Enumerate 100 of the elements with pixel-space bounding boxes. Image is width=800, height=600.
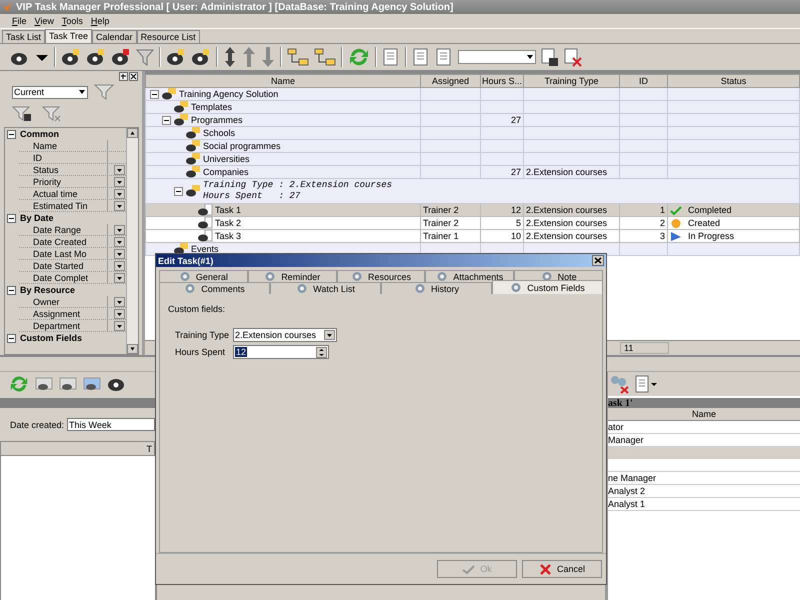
dropdown-button[interactable]	[114, 320, 125, 330]
scroll-down-button[interactable]	[127, 344, 138, 354]
column-header[interactable]: T	[146, 444, 152, 454]
dropdown-button[interactable]	[114, 296, 125, 306]
filter-label: Owner	[19, 296, 108, 307]
hours-spin-field[interactable]: 12	[233, 345, 329, 359]
eye-icon[interactable]	[61, 47, 81, 67]
dropdown-button[interactable]	[114, 200, 125, 210]
resource-name[interactable]: ator	[608, 422, 624, 432]
close-icon[interactable]	[592, 255, 604, 266]
filter-label: Estimated Tin	[19, 200, 108, 211]
close-icon[interactable]	[129, 72, 138, 80]
dropdown-button[interactable]	[114, 272, 125, 282]
dialog-tab[interactable]: Custom Fields	[492, 280, 603, 294]
node-name[interactable]: Task 2	[215, 218, 242, 228]
dropdown-button[interactable]	[114, 236, 125, 246]
document-icon[interactable]	[435, 47, 453, 67]
node-name[interactable]: Task 3	[215, 231, 242, 241]
training-type-combo-box[interactable]: 2.Extension courses	[233, 328, 337, 342]
node-name[interactable]: Universities	[203, 154, 250, 164]
document-icon[interactable]	[634, 374, 658, 394]
dropdown-button[interactable]	[114, 188, 125, 198]
spin-arrows-icon[interactable]	[316, 346, 327, 358]
menu-item[interactable]: File	[12, 16, 27, 26]
column-header[interactable]: Assigned	[420, 74, 480, 88]
column-header[interactable]: Status	[668, 74, 800, 88]
dialog-tab[interactable]: General	[159, 270, 248, 282]
date-combo-box[interactable]: This Week	[67, 418, 155, 431]
view-tab[interactable]: Calendar	[92, 30, 137, 43]
menu-item[interactable]: Tools	[62, 16, 83, 26]
document-icon[interactable]	[412, 47, 430, 67]
dialog-tab[interactable]: Attachments	[425, 270, 514, 282]
node-name[interactable]: Schools	[203, 128, 236, 138]
collapse-toggle[interactable]	[162, 116, 171, 124]
dropdown-button[interactable]	[114, 308, 125, 318]
funnel-icon[interactable]	[136, 47, 154, 67]
scroll-up-button[interactable]	[127, 128, 138, 138]
eye-icon[interactable]	[166, 47, 186, 67]
dropdown-button[interactable]	[114, 248, 125, 258]
column-header[interactable]: Name	[146, 74, 420, 88]
pin-icon[interactable]	[119, 72, 128, 80]
column-header[interactable]: Training Type	[524, 74, 620, 88]
eye-envelope-icon[interactable]	[34, 375, 54, 393]
cancel-button[interactable]: Cancel	[522, 560, 602, 578]
save-document-icon[interactable]	[541, 47, 559, 67]
people-remove-icon[interactable]	[608, 374, 630, 394]
dialog-title: Edit Task(#1)	[158, 256, 214, 266]
tree-structure-icon[interactable]	[314, 47, 336, 67]
eye-icon[interactable]	[86, 47, 106, 67]
collapse-toggle[interactable]	[7, 214, 16, 222]
dropdown-button[interactable]	[114, 164, 125, 174]
view-tab[interactable]: Task List	[2, 30, 46, 43]
eye-envelope-icon[interactable]	[58, 375, 78, 393]
id-cell: 2	[660, 218, 665, 228]
dropdown-button[interactable]	[114, 176, 125, 186]
dropdown-button[interactable]	[114, 260, 125, 270]
dialog-tab[interactable]: Resources	[336, 270, 426, 282]
eye-icon[interactable]	[191, 47, 211, 67]
tree-structure-icon[interactable]	[287, 47, 309, 67]
column-header[interactable]: ID	[620, 74, 668, 88]
node-name[interactable]: Programmes	[191, 115, 243, 125]
collapse-toggle[interactable]	[7, 130, 16, 138]
resource-name[interactable]: Manager	[608, 435, 644, 445]
eye-icon[interactable]	[111, 47, 131, 67]
dialog-tab[interactable]: Reminder	[248, 270, 337, 282]
menu-item[interactable]: Help	[90, 16, 110, 26]
delete-document-icon[interactable]	[564, 47, 582, 67]
date-created-label: Date created:	[10, 420, 64, 430]
dropdown-button[interactable]	[114, 224, 125, 234]
node-name[interactable]: Task 1	[215, 205, 242, 215]
dialog-tab[interactable]: History	[381, 282, 492, 294]
resource-name[interactable]: ne Manager	[608, 473, 656, 483]
eye-envelope-icon[interactable]	[82, 375, 102, 393]
up-down-arrow-icon[interactable]	[223, 46, 237, 68]
resource-name[interactable]: Analyst 2	[608, 486, 646, 496]
status-cell: Completed	[688, 205, 732, 215]
document-icon[interactable]	[382, 47, 400, 67]
collapse-toggle[interactable]	[7, 286, 16, 294]
dropdown-arrow-icon[interactable]	[526, 53, 534, 61]
menu-item[interactable]: View	[34, 16, 54, 26]
funnel-clear-icon[interactable]	[42, 105, 62, 123]
scrollbar[interactable]	[126, 128, 138, 354]
collapse-toggle[interactable]	[7, 334, 16, 342]
node-name[interactable]: Events	[191, 244, 219, 254]
dropdown-arrow-icon[interactable]	[78, 88, 86, 96]
node-name[interactable]: Companies	[203, 167, 249, 177]
group-summary-line: Training Type : 2.Extension courses	[203, 180, 392, 191]
column-header[interactable]: Hours S...	[480, 74, 524, 88]
view-tab[interactable]: Task Tree	[45, 29, 92, 43]
dialog-tab[interactable]: Watch List	[270, 282, 381, 294]
view-combo-box[interactable]: Current	[12, 86, 88, 98]
collapse-toggle[interactable]	[150, 90, 159, 98]
resource-name[interactable]: Analyst 1	[608, 499, 646, 509]
column-header[interactable]: Name	[692, 409, 716, 419]
collapse-toggle[interactable]	[174, 186, 183, 196]
node-name[interactable]: Templates	[191, 102, 232, 112]
hours-cell: 5	[516, 218, 521, 228]
view-tab[interactable]: Resource List	[136, 30, 200, 43]
funnel-icon[interactable]	[94, 83, 114, 101]
dialog-tab[interactable]: Comments	[159, 282, 270, 294]
